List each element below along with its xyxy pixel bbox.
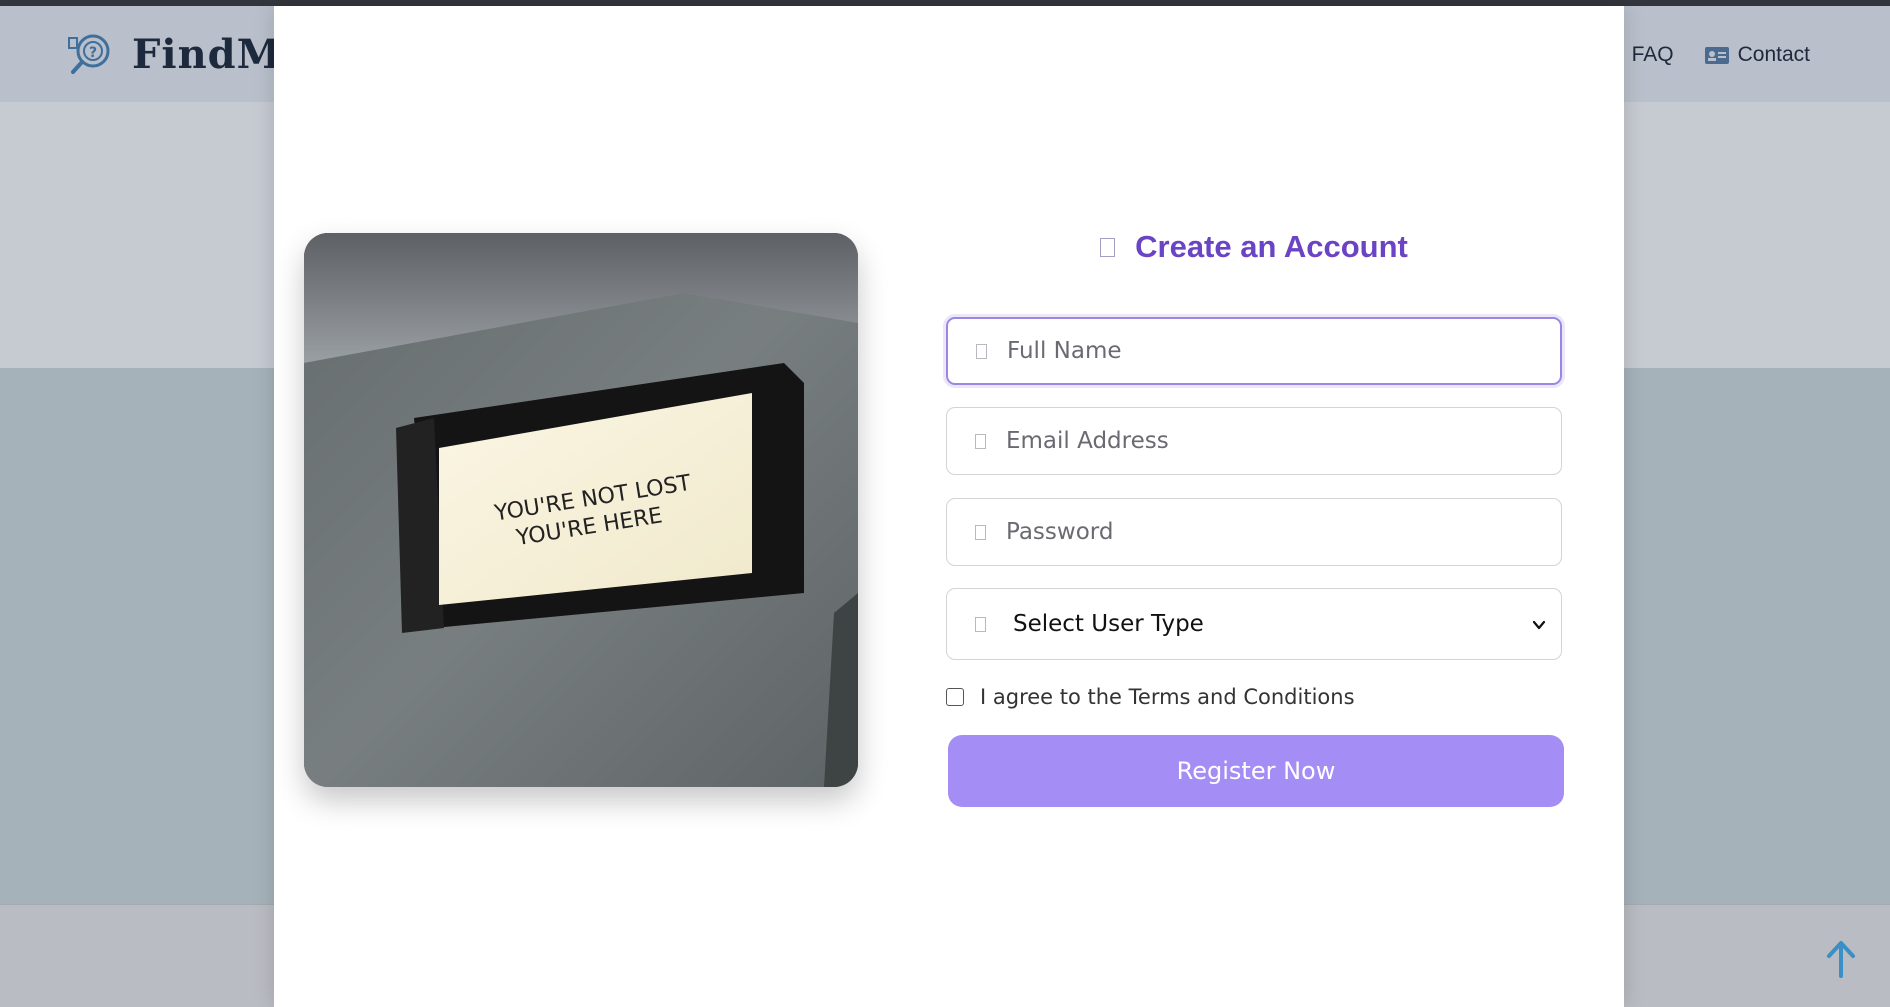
user-type-select[interactable]: Select User Type	[946, 588, 1562, 660]
lightbox-sign-photo: YOU'RE NOT LOST YOU'RE HERE	[304, 233, 858, 787]
email-input[interactable]	[1006, 428, 1526, 454]
register-now-button[interactable]: Register Now	[948, 735, 1564, 807]
form-title-text: Create an Account	[1135, 229, 1408, 264]
brand[interactable]: ? FindMy	[66, 30, 306, 78]
signup-illustration-image: YOU'RE NOT LOST YOU'RE HERE	[304, 233, 858, 787]
lock-icon	[975, 524, 986, 540]
nav-links: ? FAQ Contact	[1598, 42, 1810, 68]
register-modal: YOU'RE NOT LOST YOU'RE HERE Create an Ac…	[274, 6, 1624, 1007]
user-plus-icon	[1100, 237, 1116, 257]
svg-text:?: ?	[89, 45, 97, 61]
full-name-field[interactable]	[946, 317, 1562, 385]
form-title: Create an Account	[946, 226, 1562, 268]
password-input[interactable]	[1006, 519, 1526, 545]
users-icon	[975, 616, 986, 632]
user-icon	[976, 343, 987, 359]
back-to-top-arrow-up-icon[interactable]	[1822, 938, 1860, 980]
full-name-input[interactable]	[1007, 338, 1527, 364]
chevron-down-icon	[1532, 620, 1546, 630]
terms-checkbox[interactable]	[946, 688, 964, 706]
contact-card-icon	[1704, 47, 1729, 64]
nav-link-contact-label: Contact	[1737, 43, 1810, 66]
terms-label[interactable]: I agree to the Terms and Conditions	[980, 685, 1355, 709]
envelope-icon	[975, 433, 986, 449]
password-field[interactable]	[946, 498, 1562, 566]
nav-link-contact[interactable]: Contact	[1704, 42, 1810, 68]
user-type-selected-value: Select User Type	[1013, 611, 1204, 637]
register-form: Create an Account Select User Type I agr…	[946, 226, 1564, 807]
email-field[interactable]	[946, 407, 1562, 475]
nav-link-faq-label: FAQ	[1631, 43, 1674, 66]
terms-row: I agree to the Terms and Conditions	[946, 685, 1562, 709]
brand-logo-icon: ?	[68, 34, 110, 74]
